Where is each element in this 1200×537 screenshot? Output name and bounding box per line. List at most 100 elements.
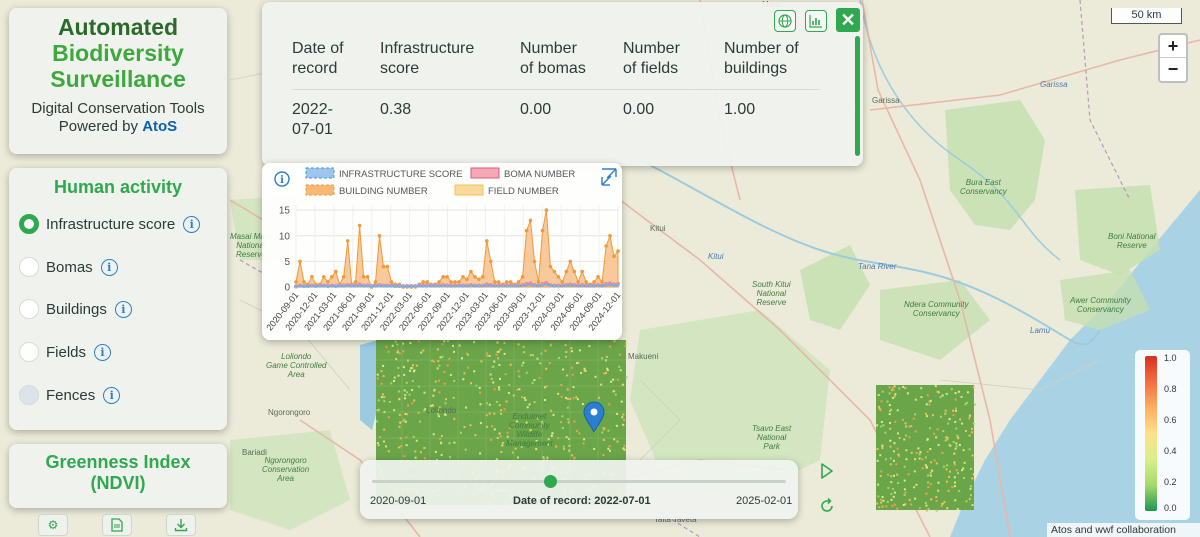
info-icon[interactable]: i <box>114 300 132 318</box>
chart-legend-item[interactable]: INFRASTRUCTURE SCORE <box>305 167 463 180</box>
chart-legend-label: BOMA NUMBER <box>504 169 575 180</box>
radio-fields[interactable] <box>19 342 39 362</box>
infrastructure-point <box>433 284 437 288</box>
building-point <box>441 275 445 279</box>
close-button[interactable]: ✕ <box>836 8 860 32</box>
option-infrastructure-score[interactable]: Infrastructure score i <box>19 211 201 237</box>
chart-legend-item[interactable]: BOMA NUMBER <box>470 167 575 180</box>
bar-chart-icon <box>809 15 822 28</box>
timeline-thumb[interactable] <box>544 475 558 488</box>
chart-toggle-button[interactable] <box>805 10 827 32</box>
building-point <box>326 280 330 284</box>
infrastructure-point <box>429 284 433 288</box>
table-scrollbar[interactable] <box>855 36 860 156</box>
infrastructure-point <box>310 284 314 288</box>
radio-buildings[interactable] <box>19 299 39 319</box>
download-button[interactable] <box>166 514 196 536</box>
map-place-label: Boni National Reserve <box>1108 232 1156 250</box>
infrastructure-point <box>342 284 346 288</box>
ndvi-heading-line-2: (NDVI) <box>90 473 146 493</box>
building-point <box>377 234 382 238</box>
infrastructure-point <box>421 284 425 288</box>
building-point <box>584 280 588 284</box>
header-number-of-fields: Number of fields <box>623 40 680 77</box>
building-point <box>485 239 489 243</box>
option-fences[interactable]: Fences i <box>19 382 121 408</box>
download-icon <box>174 519 188 532</box>
infrastructure-point <box>294 285 298 289</box>
map-place-label: Kitui <box>650 224 666 233</box>
human-activity-panel: Human activity Infrastructure score i Bo… <box>9 168 227 430</box>
expand-icon[interactable] <box>601 168 617 186</box>
cell-date: 2022- 07-01 <box>292 101 333 138</box>
cell-fields: 0.00 <box>623 101 655 118</box>
building-point <box>473 275 477 279</box>
chart-info-icon[interactable]: i <box>274 171 290 187</box>
infrastructure-point <box>413 284 417 288</box>
chart-legend-item[interactable]: BUILDING NUMBER <box>305 184 428 197</box>
ndvi-panel[interactable]: Greenness Index (NDVI) <box>9 444 227 508</box>
zoom-out-button[interactable]: − <box>1160 58 1186 81</box>
legend-tick: 0.4 <box>1164 446 1177 456</box>
infrastructure-point <box>596 284 600 288</box>
play-button[interactable] <box>816 460 838 482</box>
building-point <box>322 275 326 279</box>
building-point <box>520 275 525 279</box>
zoom-in-button[interactable]: + <box>1160 35 1186 58</box>
infrastructure-point <box>616 283 620 287</box>
building-point <box>425 280 429 284</box>
option-fields[interactable]: Fields i <box>19 339 112 365</box>
infrastructure-point <box>441 284 445 288</box>
map-place-label: Loliondo Game Controlled Area <box>266 352 327 379</box>
option-bomas[interactable]: Bomas i <box>19 254 118 280</box>
pdf-button[interactable] <box>102 514 132 536</box>
chart-legend-item[interactable]: FIELD NUMBER <box>454 184 559 197</box>
infrastructure-point <box>306 284 310 288</box>
infrastructure-point <box>425 284 429 288</box>
radio-bomas[interactable] <box>19 257 39 277</box>
infrastructure-point <box>560 284 564 288</box>
infrastructure-point <box>350 284 354 288</box>
infrastructure-point <box>457 284 461 288</box>
timeline-track[interactable] <box>372 480 786 483</box>
info-icon[interactable]: i <box>103 386 121 404</box>
building-point <box>481 275 485 279</box>
infrastructure-point <box>556 284 560 288</box>
radio-infrastructure-score[interactable] <box>19 214 39 234</box>
info-icon[interactable]: i <box>183 215 201 233</box>
option-buildings[interactable]: Buildings i <box>19 296 132 322</box>
infrastructure-point <box>600 284 604 288</box>
reset-button[interactable] <box>816 495 838 517</box>
human-activity-heading: Human activity <box>53 177 183 197</box>
building-point <box>504 280 509 284</box>
ndvi-heading-line-1: Greenness Index <box>45 452 191 472</box>
building-point <box>596 275 600 279</box>
table-header-row: Date of record Infrastructure score Number… <box>292 39 820 90</box>
infrastructure-point <box>528 283 533 287</box>
building-point <box>560 280 565 284</box>
info-icon[interactable]: i <box>100 258 118 276</box>
building-point <box>302 280 306 284</box>
radio-fences[interactable] <box>19 385 39 405</box>
cell-infrastructure-score: 0.38 <box>380 101 412 118</box>
building-point <box>477 277 481 282</box>
infrastructure-point <box>576 284 580 288</box>
infrastructure-point <box>493 284 497 288</box>
building-point <box>552 269 557 274</box>
settings-button[interactable]: ⚙ <box>38 514 68 536</box>
building-point <box>345 239 350 243</box>
infrastructure-point <box>532 284 537 288</box>
infrastructure-point <box>377 284 382 288</box>
chart-y-tick-label: 0 <box>284 283 290 294</box>
building-point <box>437 280 441 284</box>
infrastructure-point <box>489 284 493 288</box>
info-icon[interactable]: i <box>94 343 112 361</box>
map-place-label: Bura East Conservancy <box>960 178 1007 196</box>
legend-tick: 0.6 <box>1164 415 1177 425</box>
building-point <box>564 269 569 274</box>
building-point <box>457 280 461 284</box>
header-infrastructure-score: Infrastructure score <box>380 40 475 77</box>
infrastructure-point <box>469 284 473 288</box>
infrastructure-point <box>393 284 397 288</box>
map-layer-button[interactable] <box>774 10 796 32</box>
